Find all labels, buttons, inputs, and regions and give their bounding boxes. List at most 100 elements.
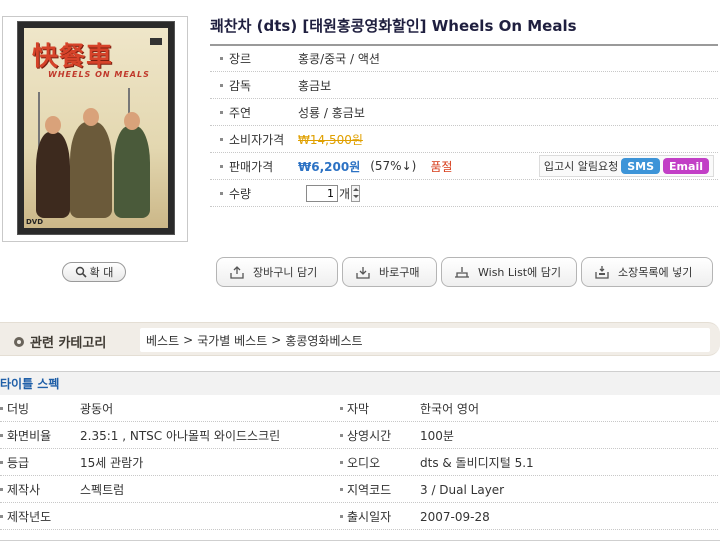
spec-section-title: 타이틀 스펙 [0, 371, 720, 395]
sms-notify-button[interactable]: SMS [621, 158, 661, 174]
discount-rate: (57%↓) [370, 159, 417, 173]
cover-figure [36, 132, 70, 218]
related-category-title: 관련 카테고리 [30, 336, 107, 351]
spec-value-cell: 15세 관람가 [80, 449, 143, 476]
spec-value-cell: 3 / Dual Layer [420, 476, 504, 503]
spec-label-cell: 자막 [340, 395, 369, 422]
bullet-icon [340, 515, 343, 518]
restock-notify-label: 입고시 알림요청 [543, 160, 619, 173]
quantity-input[interactable] [306, 184, 338, 202]
cover-title: 快餐車 [32, 42, 114, 72]
sale-price-label: 판매가격 [229, 159, 274, 174]
wishlist-label: Wish List에 담기 [478, 266, 561, 279]
spec-label: 상영시간 [347, 429, 392, 443]
spec-label-cell: 더빙 [0, 395, 29, 422]
bullet-icon [340, 434, 343, 437]
quantity-stepper[interactable] [351, 184, 361, 202]
genre-value[interactable]: 홍콩/중국 / 액션 [298, 50, 380, 67]
category-breadcrumb: 베스트 > 국가별 베스트 > 홍콩영화베스트 [140, 328, 710, 352]
cover-subtitle: WHEELS ON MEALS [48, 70, 150, 79]
chevron-up-icon[interactable] [352, 187, 359, 191]
buy-now-label: 바로구매 [379, 266, 420, 279]
email-notify-button[interactable]: Email [663, 158, 709, 174]
spec-value: 3 / Dual Layer [420, 482, 505, 497]
wishlist-button[interactable]: Wish List에 담기 [441, 257, 577, 287]
spec-value-cell: 100분 [420, 422, 454, 449]
cover-figure [114, 126, 150, 218]
cover-figure-head [83, 108, 99, 126]
spec-value-cell: 광동어 [80, 395, 113, 422]
info-row-sale-price: 판매가격 ₩6,200원 (57%↓) 품절 입고시 알림요청 SMS Emai… [210, 153, 718, 180]
bullet-icon [0, 515, 3, 518]
quantity-label: 수량 [229, 186, 252, 201]
bullet-icon [340, 461, 343, 464]
spec-value: 스펙트럼 [80, 483, 125, 497]
spec-value: 2.35:1 , NTSC 아나몰픽 와이드스크린 [80, 429, 281, 443]
bullet-icon [0, 488, 3, 491]
add-to-cart-button[interactable]: 장바구니 담기 [216, 257, 338, 287]
cart-tray-icon [230, 266, 244, 279]
spec-label-cell: 제작년도 [0, 503, 51, 530]
info-row-genre: 장르 홍콩/중국 / 액션 [210, 45, 718, 72]
spec-row: 더빙 광동어 자막 한국어 영어 [0, 395, 718, 422]
breadcrumb-item[interactable]: 국가별 베스트 [197, 332, 267, 349]
list-price-label: 소비자가격 [229, 132, 285, 147]
spec-value-cell: 스펙트럼 [80, 476, 124, 503]
spec-label-cell: 등급 [0, 449, 29, 476]
bullet-icon [220, 83, 223, 87]
bullet-icon [220, 164, 223, 168]
sale-price-value: ₩6,200원 [298, 159, 361, 174]
zoom-button[interactable]: 확 대 [62, 262, 126, 282]
spec-label-cell: 오디오 [340, 449, 380, 476]
quantity-unit: 개 [339, 186, 351, 201]
cover-figure-head [45, 116, 61, 134]
tray-icon [455, 267, 469, 278]
spec-label: 지역코드 [347, 483, 392, 497]
breadcrumb-item[interactable]: 베스트 [146, 332, 179, 349]
cast-label: 주연 [229, 105, 252, 120]
add-to-cart-label: 장바구니 담기 [253, 266, 318, 279]
breadcrumb-separator: > [271, 333, 282, 347]
product-cover-image[interactable]: 快餐車 WHEELS ON MEALS DVD [17, 21, 175, 235]
spec-bottom-border [0, 540, 720, 541]
bullet-icon [220, 56, 223, 60]
zoom-label: 확 대 [89, 266, 114, 279]
chevron-down-icon[interactable] [352, 195, 359, 199]
list-price-value: ₩14,500원 [298, 132, 363, 147]
add-to-collection-button[interactable]: 소장목록에 넣기 [581, 257, 713, 287]
buy-now-button[interactable]: 바로구매 [342, 257, 437, 287]
spec-value: dts & 돌비디지털 5.1 [420, 456, 534, 470]
spec-label: 더빙 [7, 402, 30, 416]
breadcrumb-item[interactable]: 홍콩영화베스트 [285, 332, 362, 349]
bullet-icon [0, 461, 3, 464]
sold-out-status: 품절 [430, 159, 453, 174]
spec-label: 출시일자 [347, 510, 392, 524]
spec-label: 자막 [347, 402, 370, 416]
info-row-cast: 주연 성룡 / 홍금보 [210, 99, 718, 126]
spec-value: 100분 [420, 429, 454, 443]
spec-row: 제작사 스펙트럼 지역코드 3 / Dual Layer [0, 476, 718, 503]
bullet-icon [340, 407, 343, 410]
spec-label-cell: 출시일자 [340, 503, 391, 530]
download-tray-icon [356, 267, 370, 279]
cast-value[interactable]: 성룡 / 홍금보 [298, 104, 365, 121]
spec-label-cell: 화면비율 [0, 422, 51, 449]
spec-label: 등급 [7, 456, 30, 470]
bullet-icon [220, 137, 223, 141]
bullet-icon [0, 407, 3, 410]
related-category-bar: 관련 카테고리 베스트 > 국가별 베스트 > 홍콩영화베스트 [0, 322, 720, 356]
director-value[interactable]: 홍금보 [298, 77, 331, 94]
target-bullet-icon [14, 336, 24, 347]
bullet-icon [340, 488, 343, 491]
info-row-list-price: 소비자가격 ₩14,500원 [210, 126, 718, 153]
breadcrumb-separator: > [183, 333, 194, 347]
spec-value-cell: 한국어 영어 [420, 395, 479, 422]
spec-label: 제작년도 [7, 510, 52, 524]
cover-figure [70, 122, 112, 218]
spec-label: 제작사 [7, 483, 41, 497]
spec-value-cell: dts & 돌비디지털 5.1 [420, 449, 534, 476]
spec-label: 오디오 [347, 456, 381, 470]
spec-value: 광동어 [80, 402, 114, 416]
cover-figure-head [124, 112, 140, 130]
product-title: 쾌찬차 (dts) [태원홍콩영화할인] Wheels On Meals [210, 17, 577, 35]
